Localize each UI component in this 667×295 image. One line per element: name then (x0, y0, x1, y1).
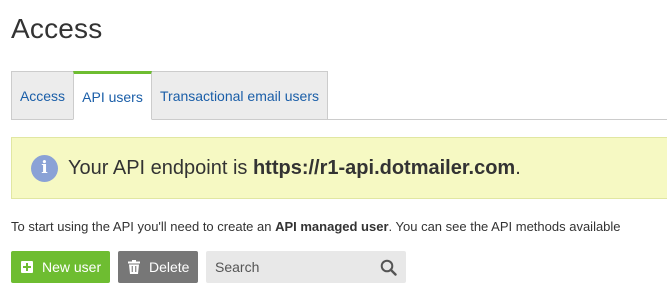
tab-access[interactable]: Access (11, 71, 74, 120)
notice-suffix: . (515, 157, 521, 179)
intro-text: To start using the API you'll need to cr… (11, 219, 621, 234)
search-box (206, 251, 406, 283)
notice-prefix: Your API endpoint is (68, 157, 253, 179)
tab-api-users-label: API users (82, 88, 143, 105)
api-endpoint-notice: i Your API endpoint is https://r1-api.do… (11, 137, 667, 199)
delete-label: Delete (149, 259, 190, 275)
intro-after: . You can see the API methods available (388, 219, 621, 234)
new-user-button[interactable]: New user (11, 251, 110, 283)
tab-api-users[interactable]: API users (73, 71, 152, 120)
search-icon[interactable] (380, 259, 397, 281)
intro-before: To start using the API you'll need to cr… (11, 219, 276, 234)
search-input[interactable] (206, 251, 376, 283)
trash-icon (128, 260, 140, 274)
page: Access Access API users Transactional em… (0, 0, 667, 295)
page-title: Access (11, 13, 103, 44)
tab-access-label: Access (19, 87, 66, 104)
notice-text: Your API endpoint is https://r1-api.dotm… (68, 157, 521, 180)
api-endpoint-url: https://r1-api.dotmailer.com (252, 157, 516, 179)
new-user-label: New user (42, 259, 102, 275)
plus-icon (21, 261, 33, 273)
tab-transactional-email-users-label: Transactional email users (160, 87, 319, 104)
delete-button[interactable]: Delete (118, 251, 198, 283)
tab-transactional-email-users[interactable]: Transactional email users (151, 71, 328, 120)
intro-bold: API managed user (275, 219, 389, 234)
info-icon: i (31, 155, 58, 182)
